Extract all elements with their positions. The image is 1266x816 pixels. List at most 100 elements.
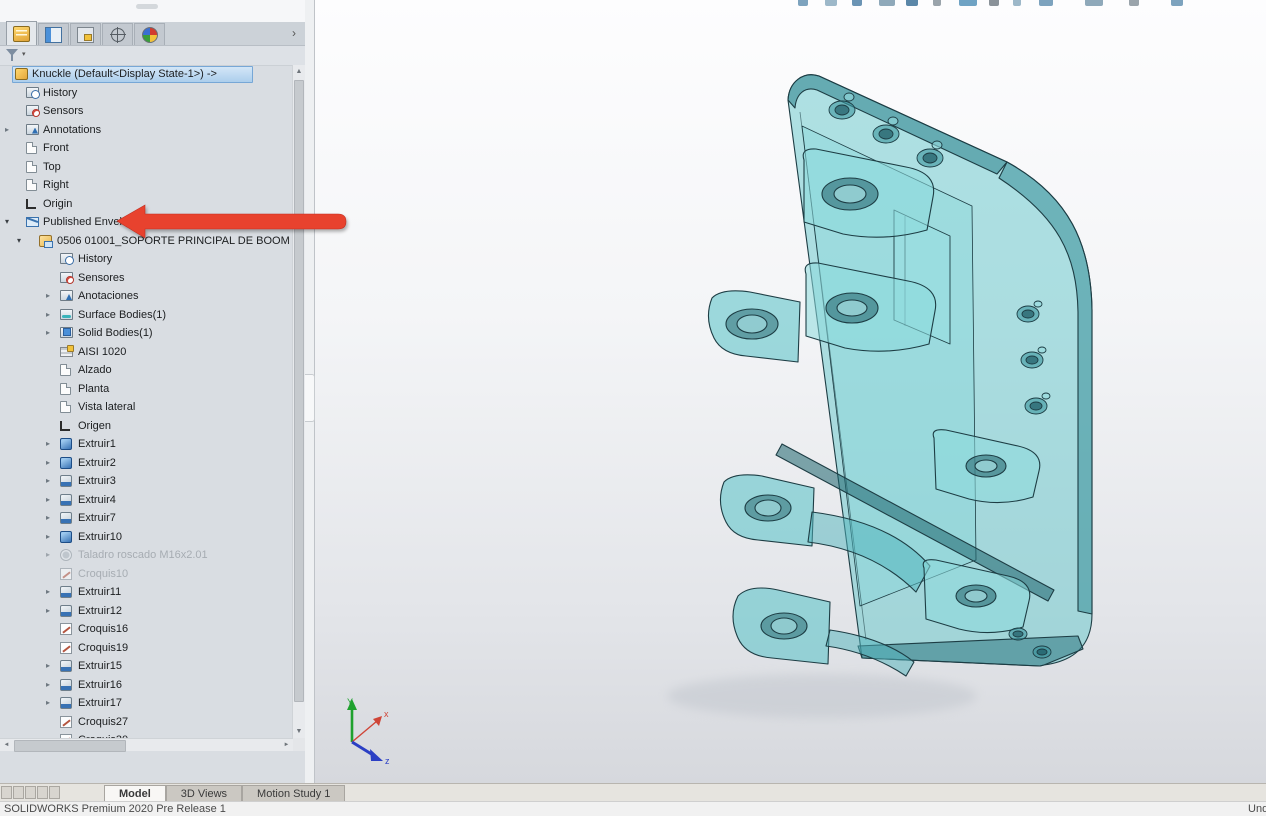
scroll-up-icon[interactable]: ▲ bbox=[293, 65, 305, 78]
expand-arrow-icon[interactable]: ▸ bbox=[46, 306, 50, 325]
tree-item[interactable]: Alzado bbox=[0, 361, 292, 380]
manager-tab-featuremanager[interactable] bbox=[6, 21, 37, 45]
tree-item[interactable]: Origin bbox=[0, 195, 292, 214]
tree-item-label: Croquis27 bbox=[78, 713, 128, 732]
cropped-toolbar-icon[interactable] bbox=[825, 0, 837, 6]
cropped-toolbar-icon[interactable] bbox=[1085, 0, 1103, 6]
graphics-area[interactable] bbox=[314, 0, 1266, 784]
expand-arrow-icon[interactable]: ▸ bbox=[46, 657, 50, 676]
tree-item[interactable]: Planta bbox=[0, 380, 292, 399]
doc-tab-model[interactable]: Model bbox=[104, 785, 166, 802]
tree-item[interactable]: ▸Taladro roscado M16x2.01 bbox=[0, 546, 292, 565]
tree-item[interactable]: Croquis16 bbox=[0, 620, 292, 639]
collapse-arrow-icon[interactable]: ▾ bbox=[17, 232, 21, 251]
tree-item[interactable]: History bbox=[0, 250, 292, 269]
tree-filter-row[interactable]: ▾ bbox=[0, 46, 305, 66]
extrude-cut-icon bbox=[60, 586, 72, 598]
tree-item[interactable]: ▸Extruir12 bbox=[0, 602, 292, 621]
tree-item[interactable]: ▸ Extruir1 bbox=[0, 435, 292, 454]
tree-item[interactable]: Front bbox=[0, 139, 292, 158]
sheet-nav-button[interactable] bbox=[13, 786, 24, 799]
vertical-scroll-thumb[interactable] bbox=[294, 80, 304, 702]
cropped-toolbar-icon[interactable] bbox=[959, 0, 977, 6]
tree-item[interactable]: Croquis27 bbox=[0, 713, 292, 732]
tree-item[interactable]: History bbox=[0, 84, 292, 103]
horizontal-scroll-thumb[interactable] bbox=[14, 740, 126, 752]
tree-item[interactable]: ▸Extruir10 bbox=[0, 528, 292, 547]
tree-item[interactable]: Croquis10 bbox=[0, 565, 292, 584]
tree-item[interactable]: AISI 1020 bbox=[0, 343, 292, 362]
expand-arrow-icon[interactable]: ▸ bbox=[46, 694, 50, 713]
sheet-nav-button[interactable] bbox=[25, 786, 36, 799]
tree-item[interactable]: ▸Extruir11 bbox=[0, 583, 292, 602]
tree-horizontal-scrollbar[interactable]: ◄ ► bbox=[0, 738, 293, 751]
expand-arrow-icon[interactable]: ▸ bbox=[46, 509, 50, 528]
expand-arrow-icon[interactable]: ▸ bbox=[46, 287, 50, 306]
cropped-toolbar-icon[interactable] bbox=[906, 0, 918, 6]
tab-overflow-chevron-icon[interactable]: › bbox=[287, 24, 301, 42]
panel-grip-handle[interactable] bbox=[136, 4, 158, 9]
sheet-nav-button[interactable] bbox=[37, 786, 48, 799]
cropped-toolbar-icon[interactable] bbox=[989, 0, 999, 6]
sheet-nav-button[interactable] bbox=[1, 786, 12, 799]
tree-item[interactable]: ▸Annotations bbox=[0, 121, 292, 140]
tree-item[interactable]: ▸Surface Bodies(1) bbox=[0, 306, 292, 325]
tree-item[interactable]: Sensores bbox=[0, 269, 292, 288]
cropped-toolbar-icon[interactable] bbox=[1013, 0, 1021, 6]
scroll-left-icon[interactable]: ◄ bbox=[0, 739, 13, 751]
tree-item-label: Extruir1 bbox=[78, 435, 116, 454]
manager-tab-displaymanager[interactable] bbox=[134, 23, 165, 45]
cropped-toolbar-icon[interactable] bbox=[798, 0, 808, 6]
manager-tab-dimxpertmanager[interactable] bbox=[102, 23, 133, 45]
manager-tab-configurationmanager[interactable] bbox=[70, 23, 101, 45]
tree-item[interactable]: Croquis19 bbox=[0, 639, 292, 658]
expand-arrow-icon[interactable]: ▸ bbox=[46, 435, 50, 454]
expand-arrow-icon[interactable]: ▸ bbox=[46, 491, 50, 510]
expand-arrow-icon[interactable]: ▸ bbox=[46, 676, 50, 695]
filter-caret-icon[interactable]: ▾ bbox=[22, 50, 26, 58]
tree-item[interactable]: ▸Anotaciones bbox=[0, 287, 292, 306]
tree-item[interactable]: ▸Extruir15 bbox=[0, 657, 292, 676]
tree-item[interactable]: ▸Extruir7 bbox=[0, 509, 292, 528]
tree-item[interactable]: Top bbox=[0, 158, 292, 177]
cropped-toolbar-icon[interactable] bbox=[933, 0, 941, 6]
expand-arrow-icon[interactable]: ▸ bbox=[46, 546, 50, 565]
expand-arrow-icon[interactable]: ▸ bbox=[46, 472, 50, 491]
expand-arrow-icon[interactable]: ▸ bbox=[46, 602, 50, 621]
tree-item[interactable]: Origen bbox=[0, 417, 292, 436]
tree-item[interactable]: Right bbox=[0, 176, 292, 195]
tree-item[interactable]: ▾0506 01001_SOPORTE PRINCIPAL DE BOOM 14… bbox=[0, 232, 292, 251]
cropped-toolbar-icon[interactable] bbox=[1129, 0, 1139, 6]
tree-vertical-scrollbar[interactable]: ▲ ▼ bbox=[292, 65, 305, 738]
tree-item[interactable]: Croquis30 bbox=[0, 731, 292, 738]
tree-item[interactable]: ▸Extruir17 bbox=[0, 694, 292, 713]
cropped-toolbar-icon[interactable] bbox=[852, 0, 862, 6]
tree-item[interactable]: ▸Extruir3 bbox=[0, 472, 292, 491]
tree-item[interactable]: ▸Extruir2 bbox=[0, 454, 292, 473]
expand-arrow-icon[interactable]: ▸ bbox=[46, 583, 50, 602]
tree-item[interactable]: Sensors bbox=[0, 102, 292, 121]
tree-item[interactable]: ▸Extruir4 bbox=[0, 491, 292, 510]
tree-item[interactable]: Knuckle (Default<Display State-1>) -> bbox=[0, 65, 292, 84]
doc-tab-3d-views[interactable]: 3D Views bbox=[166, 785, 242, 802]
cropped-toolbar-icon[interactable] bbox=[1171, 0, 1183, 6]
sheet-nav-button[interactable] bbox=[49, 786, 60, 799]
expand-arrow-icon[interactable]: ▸ bbox=[46, 454, 50, 473]
doc-tab-motion-study-1[interactable]: Motion Study 1 bbox=[242, 785, 345, 802]
filter-funnel-icon[interactable] bbox=[6, 48, 20, 62]
collapse-arrow-icon[interactable]: ▾ bbox=[5, 213, 9, 232]
cropped-toolbar-icon[interactable] bbox=[1039, 0, 1053, 6]
cropped-toolbar-icon[interactable] bbox=[879, 0, 895, 6]
panel-splitter[interactable] bbox=[305, 0, 315, 784]
splitter-collapse-handle[interactable] bbox=[305, 374, 315, 422]
manager-tab-propertymanager[interactable] bbox=[38, 23, 69, 45]
expand-arrow-icon[interactable]: ▸ bbox=[46, 324, 50, 343]
tree-item[interactable]: ▸Extruir16 bbox=[0, 676, 292, 695]
tree-item[interactable]: ▾Published Envelopes1 -> bbox=[0, 213, 292, 232]
expand-arrow-icon[interactable]: ▸ bbox=[46, 528, 50, 547]
tree-item[interactable]: Vista lateral bbox=[0, 398, 292, 417]
scroll-right-icon[interactable]: ► bbox=[280, 739, 293, 751]
expand-arrow-icon[interactable]: ▸ bbox=[5, 121, 9, 140]
tree-item[interactable]: ▸Solid Bodies(1) bbox=[0, 324, 292, 343]
scroll-down-icon[interactable]: ▼ bbox=[293, 725, 305, 738]
